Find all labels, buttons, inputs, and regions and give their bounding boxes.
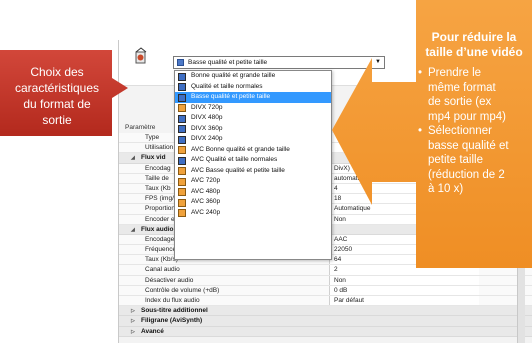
callout-right-list: • Prendre le même format de sortie (ex mp… — [418, 66, 532, 197]
format-icon — [178, 72, 186, 81]
format-option-label: Bonne qualité et grande taille — [191, 72, 276, 79]
format-option[interactable]: Qualité et taille normales — [175, 82, 331, 93]
bullet-text: même format — [428, 81, 496, 94]
format-icon — [178, 167, 186, 175]
format-option-label: AVC Qualité et taille normales — [191, 156, 278, 163]
format-icon — [178, 83, 186, 91]
format-option[interactable]: AVC 360p — [175, 197, 331, 208]
property-row[interactable]: Index du flux audio Par défaut — [119, 296, 532, 307]
callout-reduce-size: Pour réduire la taille d’une vidéo • Pren… — [332, 0, 532, 268]
format-option[interactable]: Basse qualité et petite taille — [175, 92, 331, 103]
format-option-label: DIVX 720p — [191, 103, 223, 111]
callout-left-line: sortie — [42, 113, 72, 127]
property-group-label: Sous-titre additionnel — [141, 307, 208, 315]
callout-left-text: Choix des caractéristiques du format de … — [2, 64, 112, 128]
format-dropdown-list: Bonne qualité et grande taille Qualité et… — [174, 70, 332, 260]
format-icon — [178, 198, 186, 207]
property-group[interactable]: ▷ Avancé — [119, 326, 532, 337]
property-value[interactable]: Non — [329, 275, 479, 285]
format-icon — [178, 188, 186, 196]
format-option-label: Basse qualité et petite taille — [191, 93, 271, 100]
format-icon — [178, 114, 186, 123]
format-icon — [178, 156, 186, 165]
format-icon — [178, 146, 186, 154]
format-option[interactable]: DIVX 720p — [175, 103, 331, 114]
bullet-item: • Sélectionner — [418, 124, 532, 139]
expand-icon[interactable]: ▷ — [131, 327, 135, 337]
format-option-label: DIVX 480p — [191, 114, 223, 121]
bullet-text: à 10 x) — [428, 183, 464, 195]
format-icon — [178, 135, 186, 144]
bullet-icon: • — [418, 67, 423, 79]
expand-icon[interactable]: ▷ — [131, 316, 135, 326]
property-name: Désactiver audio — [145, 276, 194, 284]
format-option[interactable]: AVC Bonne qualité et grande taille — [175, 145, 331, 156]
property-group[interactable]: ▷ Sous-titre additionnel — [119, 306, 532, 317]
format-option-label: AVC Bonne qualité et grande taille — [191, 145, 290, 153]
app-icon — [135, 47, 147, 64]
bullet-text: Sélectionner — [428, 125, 492, 137]
bullet-text: petite taille — [428, 154, 483, 166]
bullet-text: basse qualité et — [428, 139, 509, 152]
property-name: Type — [145, 134, 160, 141]
property-group-label: Flux vid — [141, 154, 166, 162]
format-option[interactable]: AVC 240p — [175, 208, 331, 219]
format-icon — [178, 177, 186, 186]
format-icon — [178, 209, 186, 217]
property-name: Canal audio — [145, 266, 180, 274]
bullet-text: de sortie (ex — [428, 96, 492, 108]
bullet-text: Prendre le — [428, 67, 482, 79]
property-name: Taux (Kb/s) — [145, 256, 178, 264]
collapse-icon[interactable]: ◢ — [131, 225, 135, 235]
format-icon — [178, 104, 186, 112]
property-name: Contrôle de volume (+dB) — [145, 286, 220, 294]
expand-icon[interactable]: ▷ — [131, 306, 135, 316]
callout-left-line: du format de — [23, 97, 91, 111]
property-value[interactable]: Par défaut — [329, 296, 479, 306]
format-option[interactable]: DIVX 480p — [175, 113, 331, 124]
property-group-label: Avancé — [141, 327, 164, 335]
callout-left-line: Choix des — [30, 65, 84, 79]
format-option-label: DIVX 360p — [191, 124, 223, 132]
property-group-label: Filigrane (AviSynth) — [141, 317, 203, 325]
format-option-label: DIVX 240p — [191, 135, 223, 142]
bullet-item: • Prendre le — [418, 66, 532, 81]
callout-right-title: Pour réduire la taille d’une vidéo — [416, 30, 532, 60]
format-icon — [178, 93, 186, 102]
format-option-label: Qualité et taille normales — [191, 82, 263, 90]
property-name: Taille de — [145, 174, 169, 182]
property-name: Encodag — [145, 164, 171, 172]
property-row[interactable]: Désactiver audio Non — [119, 275, 532, 286]
callout-title-line: Pour réduire la — [431, 30, 517, 44]
callout-output-format: Choix des caractéristiques du format de … — [0, 50, 128, 136]
format-option-label: AVC 720p — [191, 177, 221, 184]
format-icon — [178, 125, 186, 133]
bullet-text: (réduction de 2 — [428, 168, 505, 181]
bullet-icon: • — [418, 125, 423, 137]
format-option[interactable]: DIVX 360p — [175, 124, 331, 135]
format-option[interactable]: AVC 720p — [175, 176, 331, 187]
format-option[interactable]: AVC Qualité et taille normales — [175, 155, 331, 166]
format-option-label: AVC 360p — [191, 198, 221, 205]
format-option[interactable]: AVC 480p — [175, 187, 331, 198]
format-option-label: AVC Basse qualité et petite taille — [191, 166, 285, 174]
collapse-icon[interactable]: ◢ — [131, 153, 135, 163]
format-option[interactable]: AVC Basse qualité et petite taille — [175, 166, 331, 177]
property-row[interactable]: Contrôle de volume (+dB) 0 dB — [119, 285, 532, 296]
property-name: Taux (Kb — [145, 184, 171, 192]
format-option[interactable]: Bonne qualité et grande taille — [175, 71, 331, 82]
format-select-value: Basse qualité et petite taille — [188, 59, 268, 66]
format-option-label: AVC 480p — [191, 187, 221, 195]
callout-title-line: taille d’une vidéo — [425, 45, 523, 59]
property-value[interactable]: 0 dB — [329, 285, 479, 295]
format-option[interactable]: DIVX 240p — [175, 134, 331, 145]
bullet-text: mp4 pour mp4) — [428, 110, 506, 123]
callout-left-line: caractéristiques — [14, 81, 100, 95]
property-group[interactable]: ▷ Filigrane (AviSynth) — [119, 316, 532, 327]
property-group-label: Flux audio — [141, 225, 174, 233]
format-icon — [177, 59, 184, 66]
format-option-label: AVC 240p — [191, 208, 221, 216]
property-name: Index du flux audio — [145, 297, 200, 304]
